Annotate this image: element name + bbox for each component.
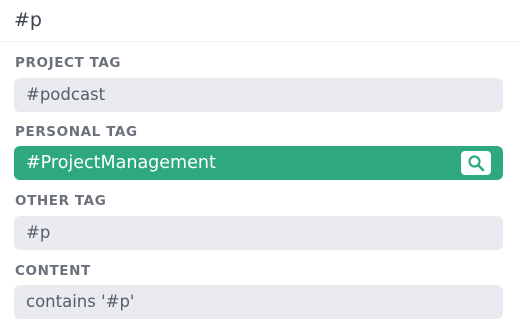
search-bar[interactable]: #p (0, 0, 520, 42)
suggestion-personal-tag-text: #ProjectManagement (26, 153, 216, 173)
suggestion-content[interactable]: contains '#p' (14, 285, 503, 319)
section-label-personal-tag: PERSONAL TAG (15, 124, 138, 140)
search-icon (468, 155, 485, 172)
section-label-content: CONTENT (15, 263, 91, 279)
section-label-other-tag: OTHER TAG (15, 193, 107, 209)
search-icon-button[interactable] (461, 151, 491, 175)
section-label-project-tag: PROJECT TAG (15, 55, 122, 71)
suggestion-other-tag[interactable]: #p (14, 216, 503, 250)
search-query[interactable]: #p (14, 8, 42, 32)
suggestion-project-tag[interactable]: #podcast (14, 78, 503, 112)
suggestion-personal-tag-selected[interactable]: #ProjectManagement (14, 146, 503, 180)
